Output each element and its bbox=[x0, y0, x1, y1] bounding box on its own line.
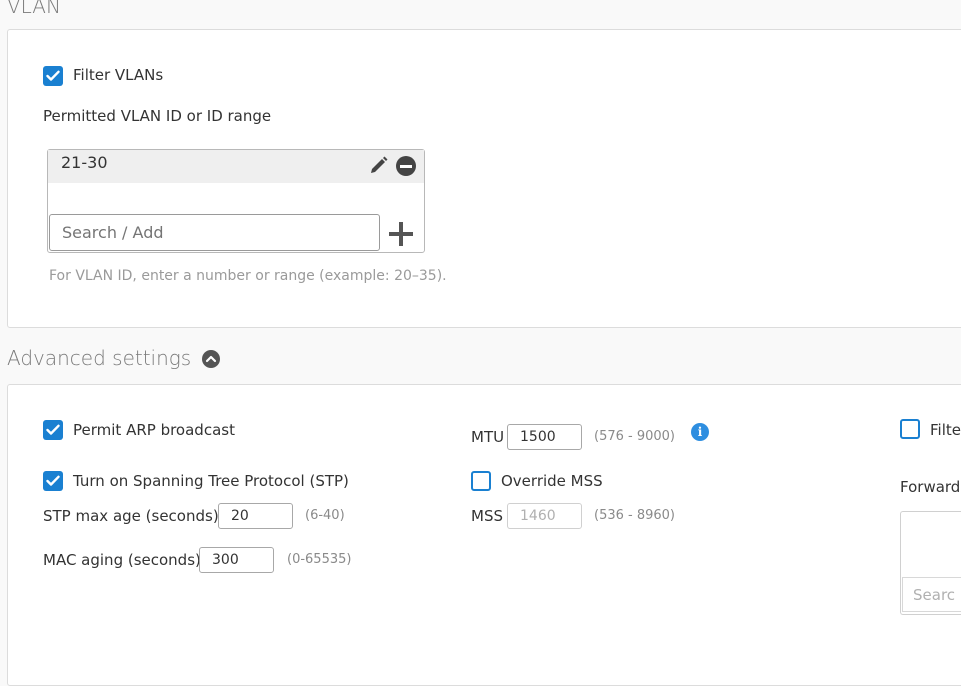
stp-max-age-input[interactable] bbox=[218, 503, 293, 529]
remove-icon[interactable] bbox=[396, 156, 416, 176]
filter-vlans-checkbox[interactable] bbox=[43, 66, 63, 86]
permit-arp-checkbox[interactable] bbox=[43, 420, 63, 440]
forward-search-input[interactable]: Searc bbox=[902, 577, 961, 612]
filter-checkbox[interactable] bbox=[900, 419, 920, 439]
mss-input[interactable] bbox=[507, 503, 582, 529]
mac-aging-input[interactable] bbox=[199, 547, 274, 573]
filter-vlans-label: Filter VLANs bbox=[73, 66, 164, 84]
forward-search-placeholder: Searc bbox=[913, 586, 956, 604]
chevron-up-icon[interactable] bbox=[202, 350, 220, 368]
filter-label: Filte bbox=[930, 421, 961, 439]
vlan-search-input[interactable] bbox=[49, 214, 380, 251]
vlan-list-item-label: 21-30 bbox=[61, 153, 108, 172]
mss-range: (536 - 8960) bbox=[594, 508, 675, 523]
vlan-section-title: VLAN bbox=[7, 0, 61, 18]
permitted-vlan-label: Permitted VLAN ID or ID range bbox=[43, 107, 272, 125]
vlan-hint: For VLAN ID, enter a number or range (ex… bbox=[49, 268, 447, 284]
stp-checkbox[interactable] bbox=[43, 471, 63, 491]
check-icon bbox=[46, 475, 60, 486]
forward-label: Forward bbox=[900, 478, 961, 496]
override-mss-label: Override MSS bbox=[501, 472, 603, 490]
permit-arp-label: Permit ARP broadcast bbox=[73, 421, 235, 439]
advanced-settings-title[interactable]: Advanced settings bbox=[7, 346, 191, 370]
mac-aging-label: MAC aging (seconds) bbox=[43, 551, 201, 569]
add-icon[interactable] bbox=[388, 221, 414, 247]
mtu-range: (576 - 9000) bbox=[594, 429, 675, 444]
mtu-input[interactable] bbox=[507, 424, 582, 450]
mtu-label: MTU bbox=[471, 428, 505, 446]
edit-icon[interactable] bbox=[368, 156, 390, 180]
mss-label: MSS bbox=[471, 507, 503, 525]
mac-aging-range: (0-65535) bbox=[287, 552, 352, 567]
info-icon[interactable]: i bbox=[691, 423, 709, 441]
stp-label: Turn on Spanning Tree Protocol (STP) bbox=[73, 472, 349, 490]
stp-max-age-label: STP max age (seconds) bbox=[43, 507, 219, 525]
override-mss-checkbox[interactable] bbox=[471, 471, 491, 491]
check-icon bbox=[46, 424, 60, 435]
stp-max-age-range: (6-40) bbox=[305, 508, 345, 523]
check-icon bbox=[46, 70, 60, 81]
